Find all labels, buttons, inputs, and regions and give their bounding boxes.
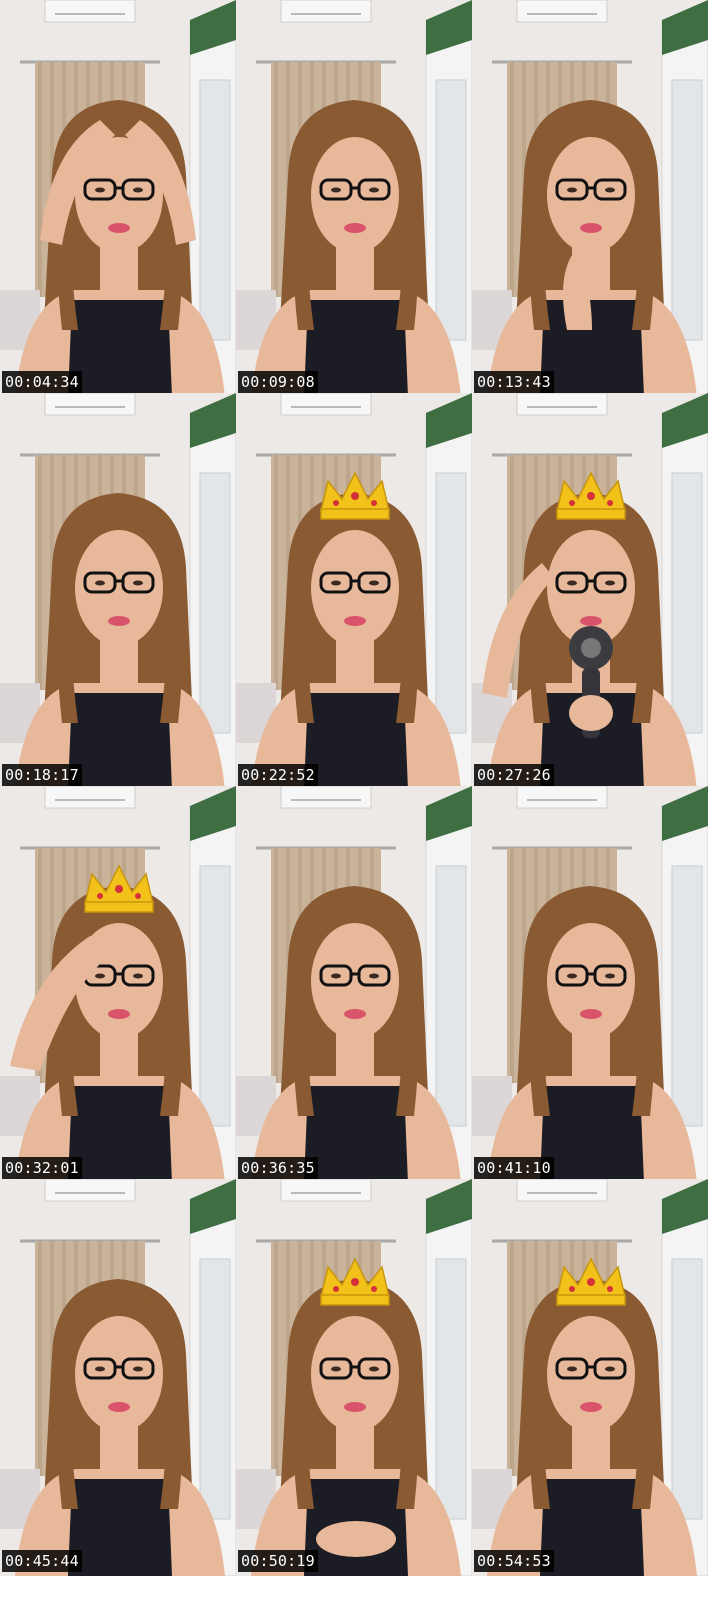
frame-timestamp: 00:04:34 xyxy=(2,371,82,393)
frame-timestamp: 00:09:08 xyxy=(238,371,318,393)
video-frame-thumbnail: 00:13:43 xyxy=(472,0,708,397)
frame-timestamp: 00:54:53 xyxy=(474,1550,554,1572)
frame-timestamp: 00:50:19 xyxy=(238,1550,318,1572)
frame-image xyxy=(0,1179,236,1576)
video-frame-thumbnail: 00:50:19 xyxy=(236,1179,472,1576)
video-frame-thumbnail: 00:22:52 xyxy=(236,393,472,790)
thumbnail-grid: 00:04:34 00:09:08 00:13:43 00:18:17 00:22:52… xyxy=(0,0,720,1600)
frame-timestamp: 00:13:43 xyxy=(474,371,554,393)
frame-image xyxy=(472,393,708,790)
frame-image xyxy=(236,393,472,790)
frame-timestamp: 00:36:35 xyxy=(238,1157,318,1179)
frame-image xyxy=(236,0,472,397)
video-frame-thumbnail: 00:09:08 xyxy=(236,0,472,397)
frame-image xyxy=(236,786,472,1183)
frame-image xyxy=(236,1179,472,1576)
video-frame-thumbnail: 00:45:44 xyxy=(0,1179,236,1576)
video-frame-thumbnail: 00:36:35 xyxy=(236,786,472,1183)
frame-image xyxy=(472,1179,708,1576)
frame-timestamp: 00:22:52 xyxy=(238,764,318,786)
video-frame-thumbnail: 00:41:10 xyxy=(472,786,708,1183)
frame-image xyxy=(0,0,236,397)
frame-image xyxy=(472,786,708,1183)
frame-timestamp: 00:27:26 xyxy=(474,764,554,786)
frame-image xyxy=(0,786,236,1183)
frame-timestamp: 00:45:44 xyxy=(2,1550,82,1572)
video-frame-thumbnail: 00:32:01 xyxy=(0,786,236,1183)
frame-timestamp: 00:32:01 xyxy=(2,1157,82,1179)
video-frame-thumbnail: 00:18:17 xyxy=(0,393,236,790)
frame-image xyxy=(0,393,236,790)
frame-timestamp: 00:18:17 xyxy=(2,764,82,786)
video-frame-thumbnail: 00:27:26 xyxy=(472,393,708,790)
video-frame-thumbnail: 00:54:53 xyxy=(472,1179,708,1576)
frame-image xyxy=(472,0,708,397)
frame-timestamp: 00:41:10 xyxy=(474,1157,554,1179)
video-frame-thumbnail: 00:04:34 xyxy=(0,0,236,397)
